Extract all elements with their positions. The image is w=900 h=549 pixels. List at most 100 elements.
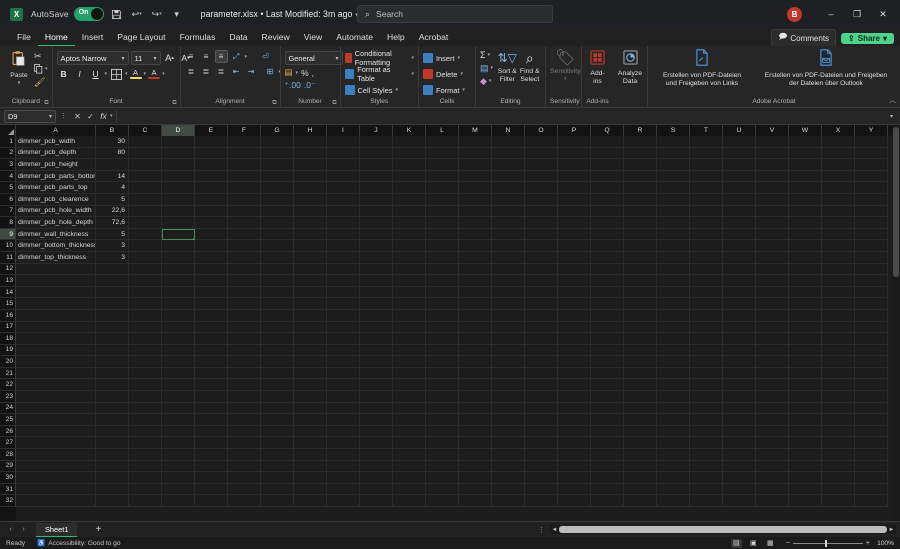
cell-I26[interactable] [327,425,360,438]
cell-W31[interactable] [789,483,822,496]
sensitivity-button[interactable]: 🏷 Sensitivity ▾ [550,48,581,82]
cell-Y13[interactable] [855,275,888,287]
cell-S9[interactable] [657,228,690,241]
cell-C17[interactable] [129,321,162,334]
cell-Y19[interactable] [855,344,888,357]
cell-A10[interactable]: dimmer_bottom_thickness [16,240,96,252]
cell-Q23[interactable] [591,391,624,403]
cell-Q19[interactable] [591,344,624,357]
cell-A8[interactable]: dimmer_pcb_hole_depth [16,217,96,229]
cell-L21[interactable] [426,367,459,380]
column-header-X[interactable]: X [822,125,855,136]
cell-F29[interactable] [228,460,261,473]
cell-B27[interactable] [96,437,129,450]
cell-I28[interactable] [327,449,360,461]
cell-P21[interactable] [558,367,591,380]
cell-F18[interactable] [228,333,261,345]
cell-U3[interactable] [723,159,756,171]
ribbon-tab-home[interactable]: Home [37,28,75,46]
cell-O23[interactable] [525,391,558,403]
cell-K15[interactable] [393,298,426,310]
cell-B15[interactable] [96,298,129,310]
cell-S14[interactable] [657,286,690,299]
column-header-K[interactable]: K [393,125,426,136]
cell-E4[interactable] [195,170,228,183]
vertical-scrollbar[interactable] [892,125,900,521]
cell-V20[interactable] [756,356,789,368]
cell-T30[interactable] [690,472,723,484]
cell-F2[interactable] [228,147,261,160]
cell-T27[interactable] [690,437,723,450]
cell-T11[interactable] [690,251,723,264]
cell-D2[interactable] [162,147,195,160]
cell-J6[interactable] [360,193,393,206]
fill-button[interactable]: ▤ ▾ [480,62,493,74]
cell-T23[interactable] [690,391,723,403]
cell-Y12[interactable] [855,263,888,276]
row-header-25[interactable]: 25 [0,414,16,426]
cell-O6[interactable] [525,193,558,206]
cell-M12[interactable] [459,263,492,276]
cell-Y3[interactable] [855,159,888,171]
cell-K28[interactable] [393,449,426,461]
cell-X7[interactable] [822,205,855,218]
row-header-12[interactable]: 12 [0,263,16,276]
cell-S12[interactable] [657,263,690,276]
column-header-Q[interactable]: Q [591,125,624,136]
underline-button[interactable]: U [89,67,103,81]
cell-A18[interactable] [16,333,96,345]
cell-K16[interactable] [393,309,426,322]
row-header-6[interactable]: 6 [0,193,16,206]
cell-F17[interactable] [228,321,261,334]
cell-B13[interactable] [96,275,129,287]
cell-B2[interactable]: 80 [96,147,129,160]
cell-W5[interactable] [789,182,822,194]
cell-C13[interactable] [129,275,162,287]
row-header-24[interactable]: 24 [0,402,16,415]
cell-R30[interactable] [624,472,657,484]
cell-O32[interactable] [525,495,558,507]
cell-X18[interactable] [822,333,855,345]
cell-R25[interactable] [624,414,657,426]
select-all-corner[interactable] [0,125,16,136]
zoom-level[interactable]: 100% [876,540,894,547]
cell-A22[interactable] [16,379,96,392]
cell-B23[interactable] [96,391,129,403]
dialog-launcher-icon[interactable]: ⧉ [44,100,48,107]
cell-S20[interactable] [657,356,690,368]
cell-V27[interactable] [756,437,789,450]
cell-C32[interactable] [129,495,162,507]
cell-O13[interactable] [525,275,558,287]
cell-N9[interactable] [492,228,525,241]
column-header-S[interactable]: S [657,125,690,136]
cell-L28[interactable] [426,449,459,461]
cell-Y20[interactable] [855,356,888,368]
cell-C27[interactable] [129,437,162,450]
cell-L8[interactable] [426,217,459,229]
cell-K7[interactable] [393,205,426,218]
cell-N30[interactable] [492,472,525,484]
previous-sheet-icon[interactable]: ‹ [4,526,17,533]
cell-X20[interactable] [822,356,855,368]
cell-U32[interactable] [723,495,756,507]
cell-F25[interactable] [228,414,261,426]
cell-Q31[interactable] [591,483,624,496]
cell-P4[interactable] [558,170,591,183]
cell-N21[interactable] [492,367,525,380]
column-header-T[interactable]: T [690,125,723,136]
cell-X2[interactable] [822,147,855,160]
cell-N8[interactable] [492,217,525,229]
cell-F21[interactable] [228,367,261,380]
cell-V12[interactable] [756,263,789,276]
cell-X16[interactable] [822,309,855,322]
cell-A24[interactable] [16,402,96,415]
row-header-14[interactable]: 14 [0,286,16,299]
cell-H23[interactable] [294,391,327,403]
cell-O18[interactable] [525,333,558,345]
cell-X30[interactable] [822,472,855,484]
cell-W25[interactable] [789,414,822,426]
cell-B11[interactable]: 3 [96,251,129,264]
cell-W27[interactable] [789,437,822,450]
cell-C4[interactable] [129,170,162,183]
cell-A7[interactable]: dimmer_pcb_hole_width [16,205,96,218]
